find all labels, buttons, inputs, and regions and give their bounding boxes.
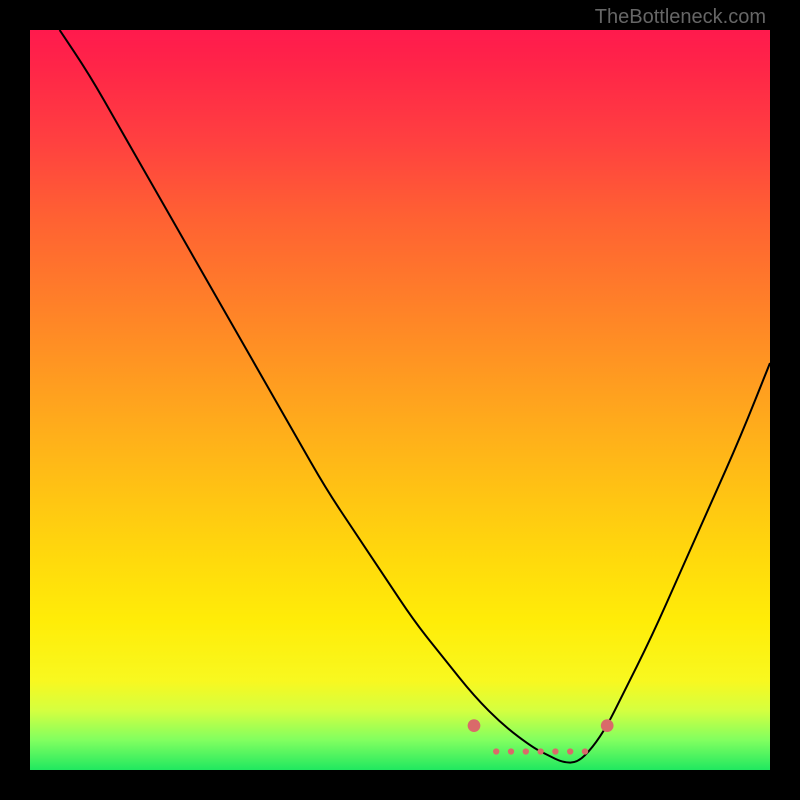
flat-dot-0	[493, 748, 499, 754]
flat-dot-6	[582, 748, 588, 754]
flat-dot-5	[567, 748, 573, 754]
flat-dot-2	[523, 748, 529, 754]
flat-start-marker	[468, 719, 481, 732]
flat-dot-4	[552, 748, 558, 754]
flat-dot-3	[537, 748, 543, 754]
flat-dot-1	[508, 748, 514, 754]
watermark-text: TheBottleneck.com	[595, 6, 766, 29]
flat-region-markers	[468, 719, 614, 754]
markers-svg	[30, 30, 770, 770]
flat-end-marker	[601, 719, 614, 732]
